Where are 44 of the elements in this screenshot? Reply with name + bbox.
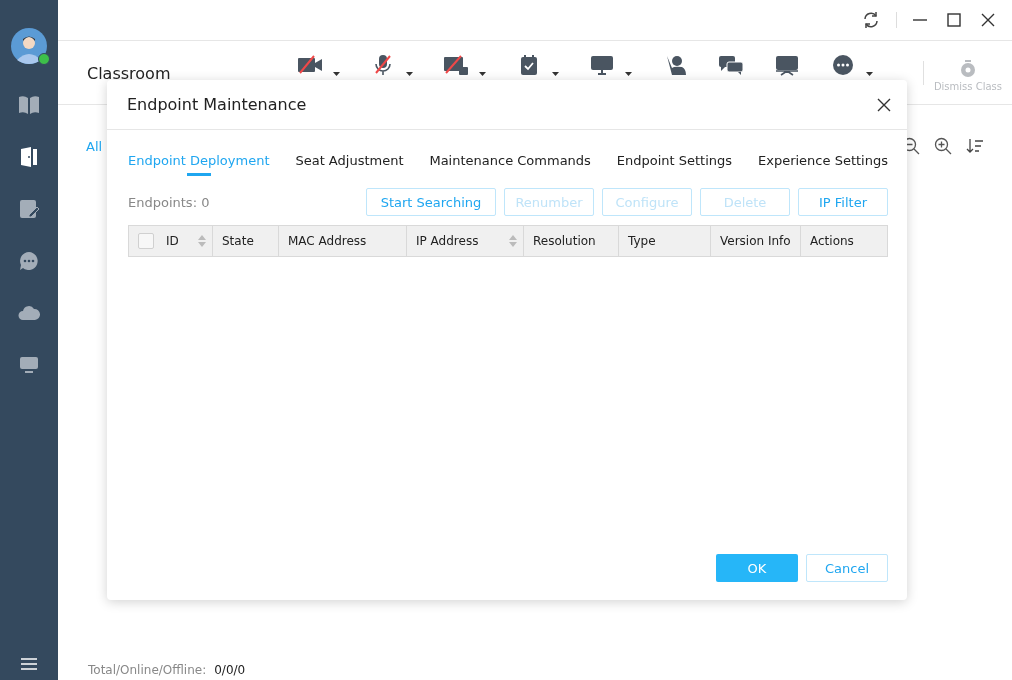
tab[interactable]: Experience Settings — [758, 148, 888, 176]
column-label: Type — [628, 234, 656, 248]
more-icon[interactable] — [830, 53, 856, 76]
action-button[interactable]: Start Searching — [366, 188, 496, 216]
status-label: Total/Online/Offline: — [88, 663, 207, 677]
screen-lock-icon[interactable] — [443, 53, 469, 76]
all-link[interactable]: All — [86, 138, 103, 154]
status-value: 0/0/0 — [214, 663, 246, 677]
caret-icon[interactable] — [333, 71, 340, 76]
refresh-icon[interactable] — [862, 11, 880, 29]
chat-icon[interactable] — [718, 53, 744, 76]
caret-icon[interactable] — [552, 71, 559, 76]
caret-icon[interactable] — [866, 71, 873, 76]
select-all-checkbox[interactable] — [138, 233, 154, 249]
close-icon[interactable] — [877, 97, 891, 112]
tab[interactable]: Endpoint Settings — [616, 148, 733, 176]
column-label: Version Info — [720, 234, 791, 248]
cancel-button[interactable]: Cancel — [806, 554, 888, 582]
column-label: Resolution — [533, 234, 596, 248]
column-label: State — [222, 234, 254, 248]
column-label: Actions — [810, 234, 854, 248]
close-icon[interactable] — [981, 13, 995, 27]
camera-off-icon[interactable] — [297, 53, 323, 76]
monitor-icon[interactable] — [589, 53, 615, 76]
sort-icon[interactable] — [966, 139, 984, 153]
tab[interactable]: Maintenance Commands — [429, 148, 591, 176]
maximize-icon[interactable] — [947, 13, 961, 27]
zoom-in-icon[interactable] — [934, 137, 952, 155]
caret-icon[interactable] — [406, 71, 413, 76]
page-title: Classroom — [87, 64, 172, 83]
menu-icon[interactable] — [21, 658, 37, 670]
avatar-icon[interactable] — [11, 28, 47, 64]
ok-button[interactable]: OK — [716, 554, 798, 582]
action-button[interactable]: IP Filter — [798, 188, 888, 216]
column-label: ID — [166, 234, 179, 248]
caret-icon[interactable] — [479, 71, 486, 76]
caret-icon[interactable] — [625, 71, 632, 76]
endpoint-count: Endpoints: 0 — [128, 194, 210, 210]
tab[interactable]: Seat Adjustment — [295, 148, 404, 176]
column-label: MAC Address — [288, 234, 367, 248]
column-label: IP Address — [416, 234, 479, 248]
tab[interactable]: Endpoint Deployment — [128, 148, 270, 176]
dialog-title: Endpoint Maintenance — [127, 95, 307, 114]
projector-icon[interactable] — [774, 53, 800, 76]
